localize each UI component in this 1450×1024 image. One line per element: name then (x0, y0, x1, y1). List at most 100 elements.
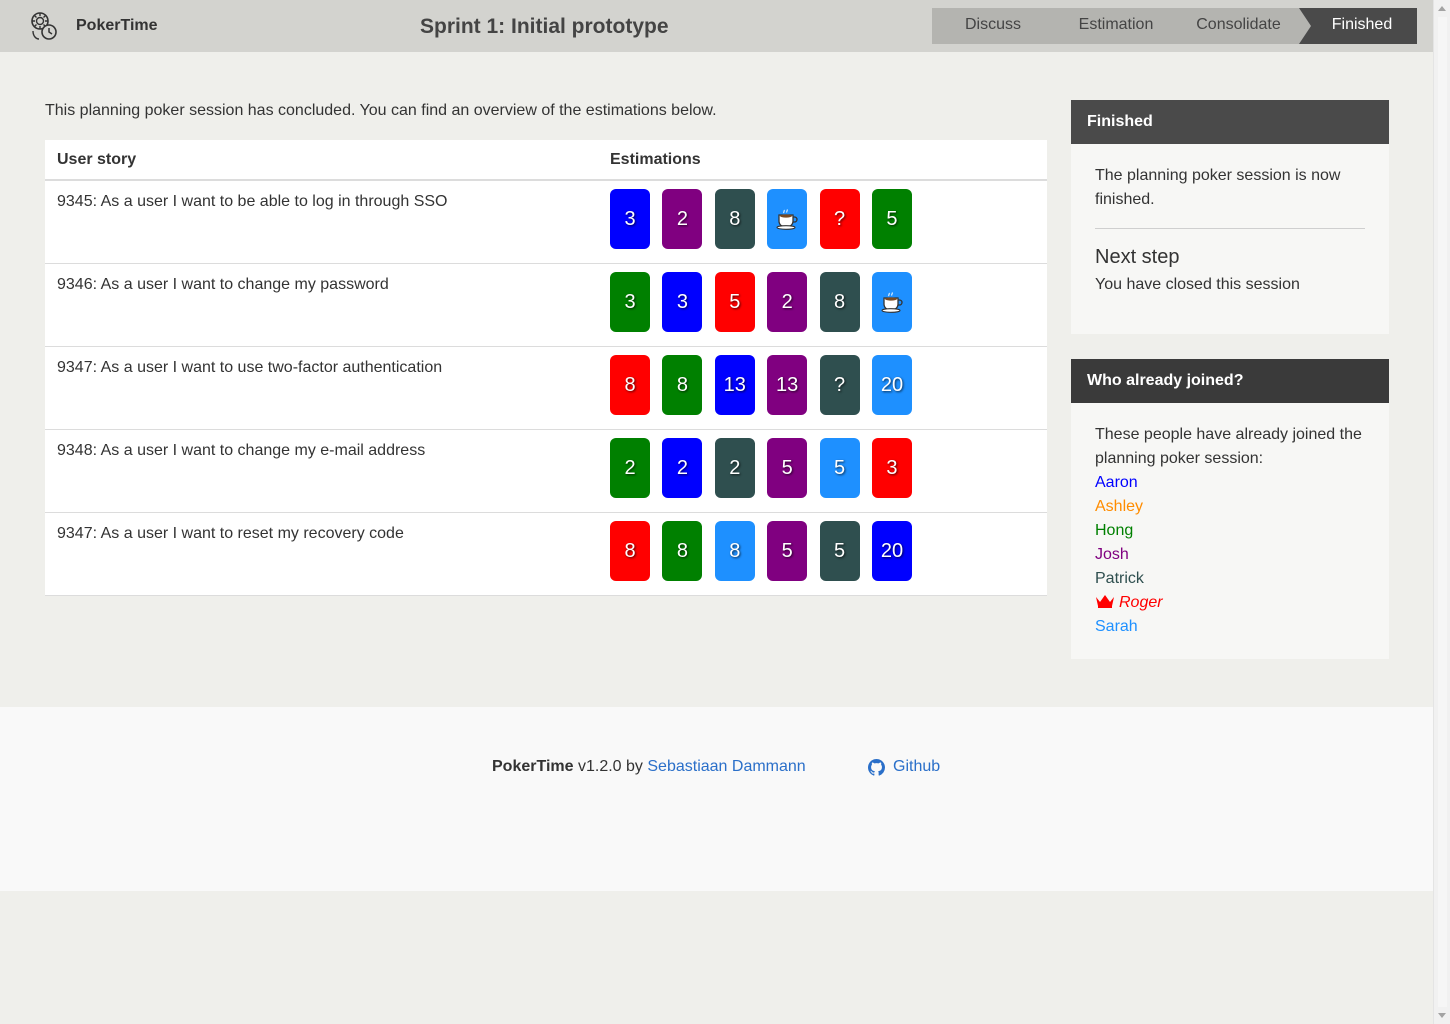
table-row: 9348: As a user I want to change my e-ma… (45, 430, 1047, 513)
github-label: Github (893, 758, 941, 775)
user-story-title: 9347: As a user I want to reset my recov… (57, 525, 404, 542)
participant-name: Josh (1095, 546, 1129, 563)
table-row: 9345: As a user I want to be able to log… (45, 181, 1047, 264)
crown-icon (1096, 595, 1114, 608)
estimation-card: 20 (871, 521, 912, 581)
estimation-card: 2 (662, 189, 703, 249)
step-discuss[interactable]: Discuss (932, 8, 1054, 44)
estimation-card: 8 (662, 521, 703, 581)
table-row: 9347: As a user I want to use two-factor… (45, 347, 1047, 430)
estimation-card: 5 (819, 521, 860, 581)
divider (1095, 228, 1365, 229)
next-step-title: Next step (1095, 246, 1180, 268)
estimation-card: 5 (819, 438, 860, 498)
user-story-title: 9348: As a user I want to change my e-ma… (57, 442, 426, 459)
estimation-card: 13 (767, 355, 808, 415)
estimation-cards: 8 8 8 5 5 20 (598, 513, 924, 595)
participant-aaron: Aaron (1095, 471, 1365, 495)
estimation-card: 3 (871, 438, 912, 498)
table-header: User story Estimations (45, 140, 1047, 181)
github-icon (868, 758, 885, 776)
session-steps: Discuss Estimation Consolidate Finished (932, 8, 1417, 44)
coffee-cup-icon (881, 292, 903, 313)
estimation-card: 20 (871, 355, 912, 415)
participant-name: Ashley (1095, 498, 1144, 515)
estimation-card: 5 (714, 272, 755, 332)
session-title: Sprint 1: Initial prototype (420, 15, 669, 38)
participant-roger: Roger (1095, 591, 1365, 615)
step-consolidate[interactable]: Consolidate (1178, 8, 1299, 44)
user-story-title: 9347: As a user I want to use two-factor… (57, 359, 443, 376)
scroll-down-icon[interactable] (1438, 1013, 1446, 1018)
scrollbar-thumb[interactable] (1438, 17, 1447, 1007)
finished-text: The planning poker session is now finish… (1095, 167, 1341, 208)
estimation-card: 8 (662, 355, 703, 415)
table-row: 9347: As a user I want to reset my recov… (45, 513, 1047, 596)
participant-ashley: Ashley (1095, 495, 1365, 519)
estimation-card (871, 272, 912, 332)
finished-panel-title: Finished (1071, 100, 1389, 144)
user-story-title: 9345: As a user I want to be able to log… (57, 193, 448, 210)
scroll-up-icon[interactable] (1438, 6, 1446, 11)
footer: PokerTime v1.2.0 by Sebastiaan Dammann G… (0, 707, 1433, 891)
estimation-card: 8 (610, 355, 650, 415)
table-body: 9345: As a user I want to be able to log… (45, 181, 1047, 596)
column-header-estimations: Estimations (610, 151, 701, 168)
top-bar: PokerTime Sprint 1: Initial prototype Di… (0, 0, 1433, 52)
estimation-cards: 8 8 13 13? 20 (598, 347, 924, 429)
footer-credits: PokerTime v1.2.0 by Sebastiaan Dammann (492, 758, 806, 776)
estimation-card: 13 (714, 355, 755, 415)
estimations-table: User story Estimations 9345: As a user I… (45, 140, 1047, 596)
estimation-card (767, 189, 808, 249)
estimation-card: 8 (819, 272, 860, 332)
estimation-card: 3 (610, 189, 650, 249)
estimation-card: 3 (662, 272, 703, 332)
joined-text: These people have already joined the pla… (1095, 426, 1362, 467)
step-finished[interactable]: Finished (1299, 8, 1417, 44)
participant-hong: Hong (1095, 519, 1365, 543)
finished-panel: Finished The planning poker session is n… (1071, 100, 1389, 334)
participant-name: Hong (1095, 522, 1134, 539)
estimation-card: ? (819, 189, 860, 249)
vertical-scrollbar[interactable] (1433, 0, 1450, 1024)
poker-chip-clock-icon (31, 12, 57, 40)
participant-name: Patrick (1095, 570, 1144, 587)
estimation-card: 5 (767, 521, 808, 581)
step-estimation[interactable]: Estimation (1054, 8, 1178, 44)
user-story-title: 9346: As a user I want to change my pass… (57, 276, 389, 293)
participant-list: Aaron Ashley Hong Josh Patrick Roger Sarah (1095, 471, 1365, 639)
estimation-cards: 3 2 8? 5 (598, 181, 924, 263)
participant-josh: Josh (1095, 543, 1365, 567)
estimation-card: 8 (610, 521, 650, 581)
coffee-cup-icon (776, 209, 798, 230)
estimation-card: 2 (767, 272, 808, 332)
footer-app-name: PokerTime (492, 758, 574, 775)
brand-name: PokerTime (76, 17, 158, 34)
estimation-card: ? (819, 355, 860, 415)
table-row: 9346: As a user I want to change my pass… (45, 264, 1047, 347)
estimation-cards: 33528 (598, 264, 924, 346)
footer-version: v1.2.0 by (577, 758, 643, 775)
participant-patrick: Patrick (1095, 567, 1365, 591)
estimation-card: 2 (714, 438, 755, 498)
estimation-card: 5 (767, 438, 808, 498)
participant-name: Sarah (1095, 618, 1138, 635)
estimation-card: 2 (662, 438, 703, 498)
column-header-user-story: User story (57, 151, 137, 168)
estimation-card: 2 (610, 438, 650, 498)
participant-sarah: Sarah (1095, 615, 1365, 639)
brand[interactable]: PokerTime (28, 11, 158, 41)
next-step-text: You have closed this session (1095, 276, 1300, 293)
estimation-cards: 222553 (598, 430, 924, 512)
estimation-card: 8 (714, 521, 755, 581)
estimation-card: 8 (714, 189, 755, 249)
joined-panel-title: Who already joined? (1071, 359, 1389, 403)
github-link[interactable]: Github (868, 758, 940, 776)
participant-name: Roger (1119, 594, 1163, 611)
author-link[interactable]: Sebastiaan Dammann (647, 758, 805, 775)
participant-name: Aaron (1095, 474, 1138, 491)
joined-panel: Who already joined? These people have al… (1071, 359, 1389, 659)
estimation-card: 5 (871, 189, 912, 249)
session-concluded-text: This planning poker session has conclude… (45, 102, 717, 119)
estimation-card: 3 (610, 272, 650, 332)
